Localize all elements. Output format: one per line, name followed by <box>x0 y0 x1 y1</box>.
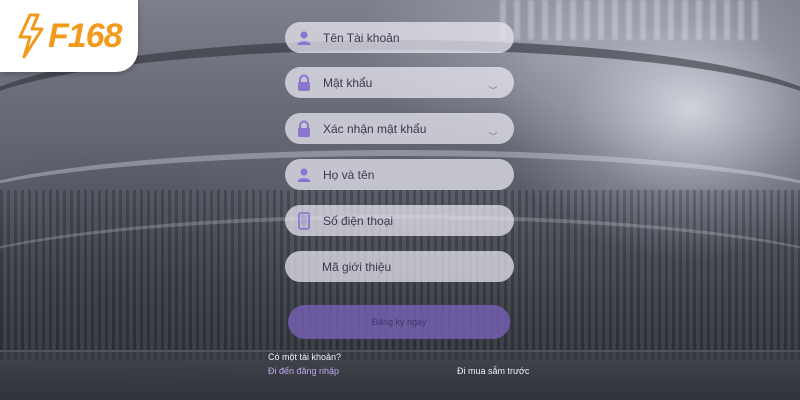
user-icon <box>285 22 323 53</box>
login-link[interactable]: Đi đến đăng nhập <box>268 366 339 376</box>
referral-code-field[interactable]: Mã giới thiệu <box>285 251 514 282</box>
referral-code-placeholder: Mã giới thiệu <box>322 259 392 274</box>
phone-icon <box>285 205 323 236</box>
eye-icon[interactable] <box>488 124 498 142</box>
phone-placeholder: Số điện thoại <box>323 213 394 228</box>
eye-icon[interactable] <box>488 78 498 96</box>
phone-field[interactable]: Số điện thoại <box>285 205 514 236</box>
password-placeholder: Mật khẩu <box>323 75 373 90</box>
lightning-bolt-icon <box>18 13 44 59</box>
shop-first-link[interactable]: Đi mua sắm trước <box>457 366 529 376</box>
full-name-field[interactable]: Họ và tên <box>285 159 514 190</box>
have-account-text: Có một tài khoản? <box>268 352 342 362</box>
user-icon <box>285 159 323 190</box>
register-button[interactable]: Đăng ký ngay <box>288 305 510 339</box>
lock-icon <box>285 67 323 98</box>
password-field[interactable]: Mật khẩu <box>285 67 514 98</box>
brand-name: F168 <box>48 16 122 55</box>
lock-icon <box>285 113 323 144</box>
confirm-password-field[interactable]: Xác nhận mật khẩu <box>285 113 514 144</box>
stadium-lights <box>500 0 760 40</box>
full-name-placeholder: Họ và tên <box>323 167 375 182</box>
username-placeholder: Tên Tài khoản <box>323 30 400 45</box>
brand-logo[interactable]: F168 <box>0 0 138 72</box>
confirm-password-placeholder: Xác nhận mật khẩu <box>323 121 427 136</box>
stadium-field <box>0 350 800 400</box>
username-field[interactable]: Tên Tài khoản <box>285 22 514 53</box>
